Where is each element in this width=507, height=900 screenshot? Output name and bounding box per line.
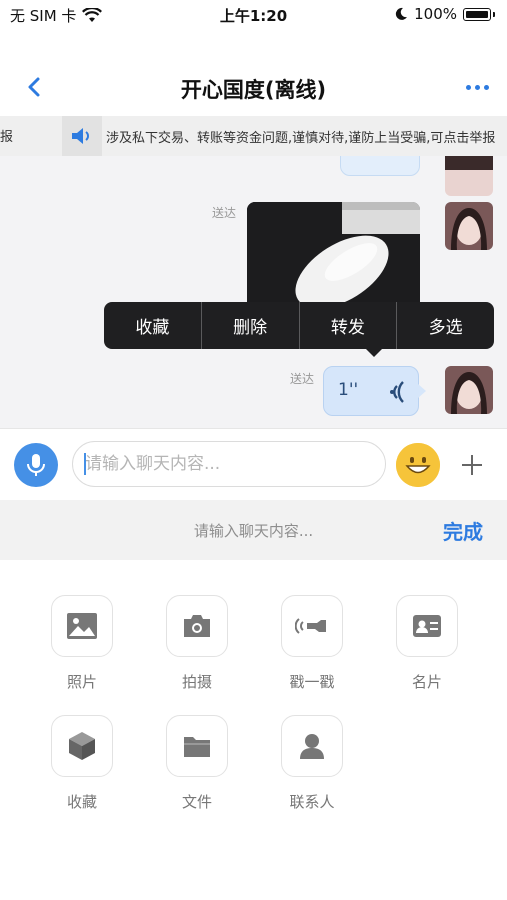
nav-bar: 开心国度(离线) xyxy=(0,60,507,116)
folder-icon xyxy=(166,715,228,777)
notice-banner[interactable]: 报 涉及私下交易、转账等资金问题,谨慎对待,谨防上当受骗,可点击举报 xyxy=(0,116,507,156)
panel-item-label: 拍摄 xyxy=(181,673,212,691)
moon-icon xyxy=(395,7,408,20)
panel-item-label: 文件 xyxy=(181,793,212,811)
panel-item-label: 名片 xyxy=(411,673,442,691)
panel-item-favorite[interactable]: 收藏 xyxy=(50,715,114,812)
photo-icon xyxy=(51,595,113,657)
more-dot xyxy=(474,84,480,90)
panel-item-label: 戳一戳 xyxy=(289,673,335,691)
avatar[interactable] xyxy=(445,366,493,414)
done-button[interactable]: 完成 xyxy=(443,516,483,545)
plus-icon xyxy=(462,455,482,475)
secondary-input-row: 请输入聊天内容... 完成 xyxy=(0,500,507,560)
poke-icon xyxy=(281,595,343,657)
message-input[interactable] xyxy=(72,441,386,487)
microphone-icon xyxy=(27,454,45,476)
smiley-icon xyxy=(396,443,440,487)
voice-wave-icon xyxy=(390,381,404,403)
camera-icon xyxy=(166,595,228,657)
speaker-icon xyxy=(62,116,102,156)
battery-tip xyxy=(493,11,495,17)
page-title: 开心国度(离线) xyxy=(180,78,327,102)
menu-multiselect[interactable]: 多选 xyxy=(397,302,494,349)
avatar[interactable] xyxy=(445,202,493,250)
panel-item-file[interactable]: 文件 xyxy=(165,715,229,812)
message-bubble-partial[interactable] xyxy=(340,156,420,176)
more-dot xyxy=(483,84,489,90)
panel-item-photo[interactable]: 照片 xyxy=(50,595,114,692)
avatar[interactable] xyxy=(445,156,493,196)
menu-delete[interactable]: 删除 xyxy=(202,302,300,349)
panel-item-label: 收藏 xyxy=(66,793,97,811)
contact-icon xyxy=(281,715,343,777)
panel-item-label: 联系人 xyxy=(289,793,335,811)
plus-button[interactable] xyxy=(450,443,494,487)
battery-icon xyxy=(463,7,491,21)
panel-item-card[interactable]: 名片 xyxy=(395,595,459,692)
battery-percent: 100% xyxy=(414,5,457,23)
chat-area[interactable]: 送达 送达 1'' xyxy=(0,156,507,428)
context-menu-arrow xyxy=(366,349,382,357)
status-bar: 无 SIM 卡 上午1:20 100% xyxy=(0,0,507,30)
panel-item-poke[interactable]: 戳一戳 xyxy=(280,595,344,692)
voice-message[interactable]: 1'' xyxy=(323,366,426,416)
secondary-input[interactable]: 请输入聊天内容... xyxy=(0,520,507,541)
voice-button[interactable] xyxy=(14,443,58,487)
panel-item-label: 照片 xyxy=(66,673,97,691)
more-button[interactable] xyxy=(461,72,493,102)
more-dots-icon xyxy=(465,84,471,90)
emoji-button[interactable] xyxy=(396,443,440,487)
notice-text: 涉及私下交易、转账等资金问题,谨慎对待,谨防上当受骗,可点击举报 xyxy=(106,131,496,146)
panel-item-camera[interactable]: 拍摄 xyxy=(165,595,229,692)
delivered-label: 送达 xyxy=(212,206,237,220)
function-panel: 照片 拍摄 戳一戳 名片 收藏 文件 联系人 xyxy=(0,560,507,900)
menu-favorite[interactable]: 收藏 xyxy=(104,302,202,349)
notice-fragment: 报 xyxy=(0,130,14,145)
context-menu: 收藏 删除 转发 多选 xyxy=(104,302,494,349)
delivered-label: 送达 xyxy=(290,372,315,386)
card-icon xyxy=(396,595,458,657)
favorite-cube-icon xyxy=(51,715,113,777)
status-right: 100% xyxy=(394,5,495,23)
voice-duration: 1'' xyxy=(338,380,359,400)
text-caret xyxy=(84,453,86,475)
menu-forward[interactable]: 转发 xyxy=(300,302,398,349)
panel-item-contact[interactable]: 联系人 xyxy=(280,715,344,812)
input-bar xyxy=(0,428,507,498)
